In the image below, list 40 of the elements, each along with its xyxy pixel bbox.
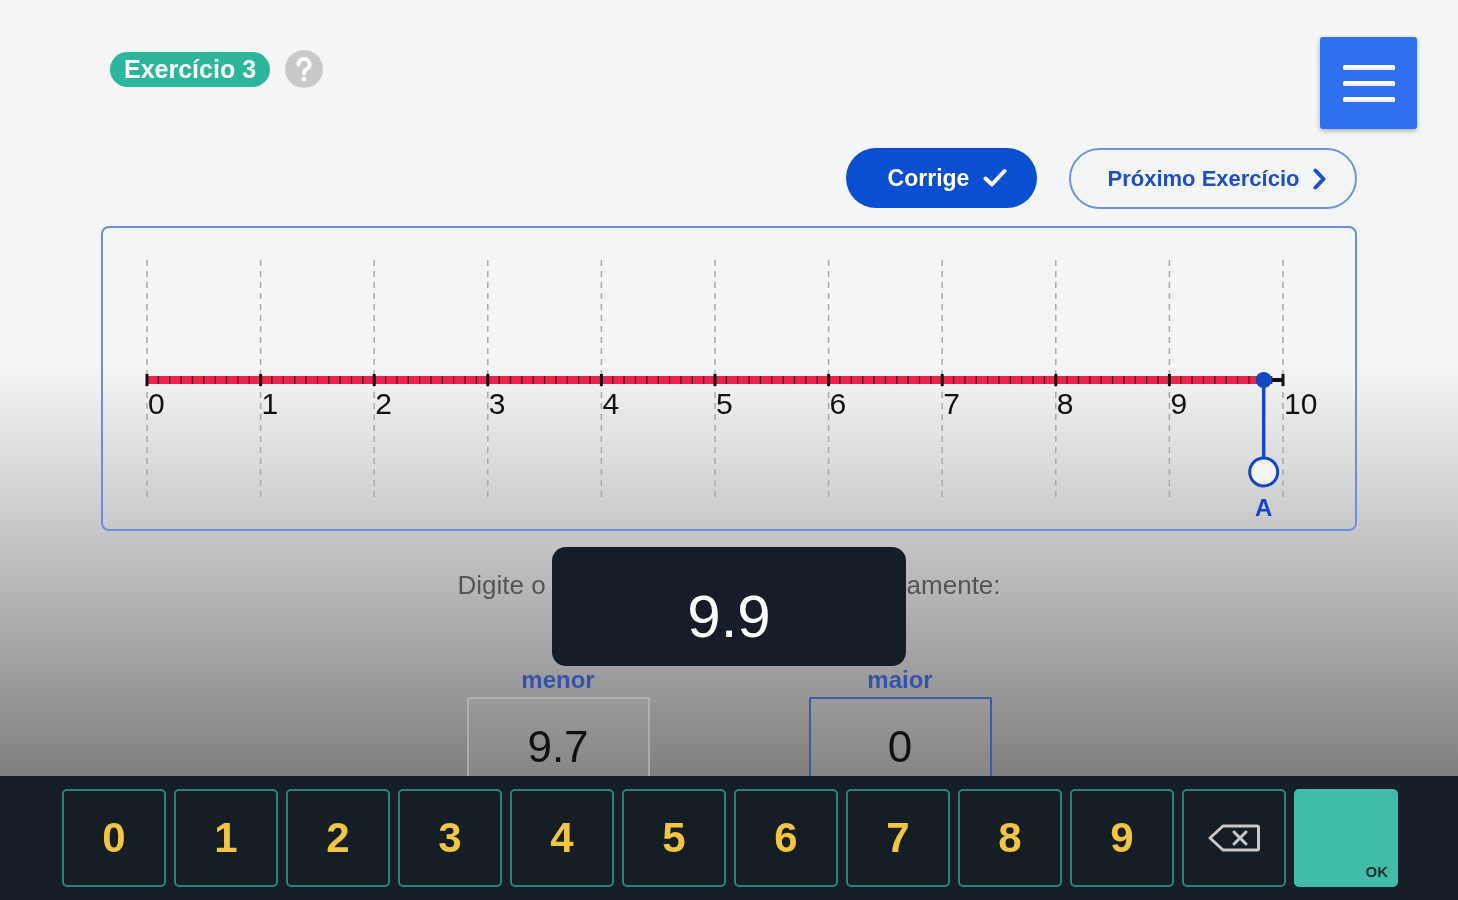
answer-field[interactable]: 9.7: [466, 697, 650, 776]
digit-key[interactable]: 3: [398, 789, 502, 887]
tick-label: 0: [148, 387, 165, 420]
ok-key[interactable]: OK: [1294, 789, 1398, 887]
tick-label: 4: [602, 387, 620, 420]
tick-label: 3: [488, 387, 506, 420]
menu-button[interactable]: [1320, 37, 1417, 129]
instruction-text: amente:: [906, 570, 1001, 600]
digit-key[interactable]: 2: [286, 789, 390, 887]
digit-key[interactable]: 9: [1070, 789, 1174, 887]
digit-key[interactable]: 0: [62, 789, 166, 887]
chevron-right-icon: [1313, 167, 1327, 190]
digit-key[interactable]: 6: [734, 789, 838, 887]
digit-key[interactable]: 4: [510, 789, 614, 887]
field-label: maior: [867, 668, 933, 692]
digit-key[interactable]: 1: [174, 789, 278, 887]
correct-button[interactable]: Corrige: [846, 148, 1037, 208]
exercise-badge: Exercício 3: [110, 51, 271, 87]
digit-key[interactable]: 7: [846, 789, 950, 887]
backspace-icon: [1208, 824, 1260, 852]
tick-label: 2: [375, 387, 392, 420]
point-handle[interactable]: [1248, 372, 1280, 488]
tick-label: 6: [829, 387, 847, 420]
menu-icon: [1342, 64, 1395, 102]
next-exercise-button[interactable]: Próximo Exercício: [1069, 148, 1357, 209]
point-label: A: [1255, 494, 1273, 521]
tick-label: 9: [1170, 387, 1188, 420]
tick-label: 10: [1284, 387, 1318, 420]
tick-label: 8: [1056, 387, 1074, 420]
check-icon: [983, 168, 1008, 188]
field-label: menor: [521, 668, 595, 692]
value-tooltip: 9.9: [552, 547, 906, 666]
backspace-key[interactable]: [1182, 789, 1286, 887]
digit-key[interactable]: 5: [622, 789, 726, 887]
instruction-text: Digite o: [457, 570, 546, 600]
tick-label: 1: [261, 387, 279, 420]
tick-label: 5: [716, 387, 733, 420]
digit-key[interactable]: 8: [958, 789, 1062, 887]
answer-field[interactable]: 0: [808, 697, 992, 776]
tick-label: 7: [943, 387, 960, 420]
